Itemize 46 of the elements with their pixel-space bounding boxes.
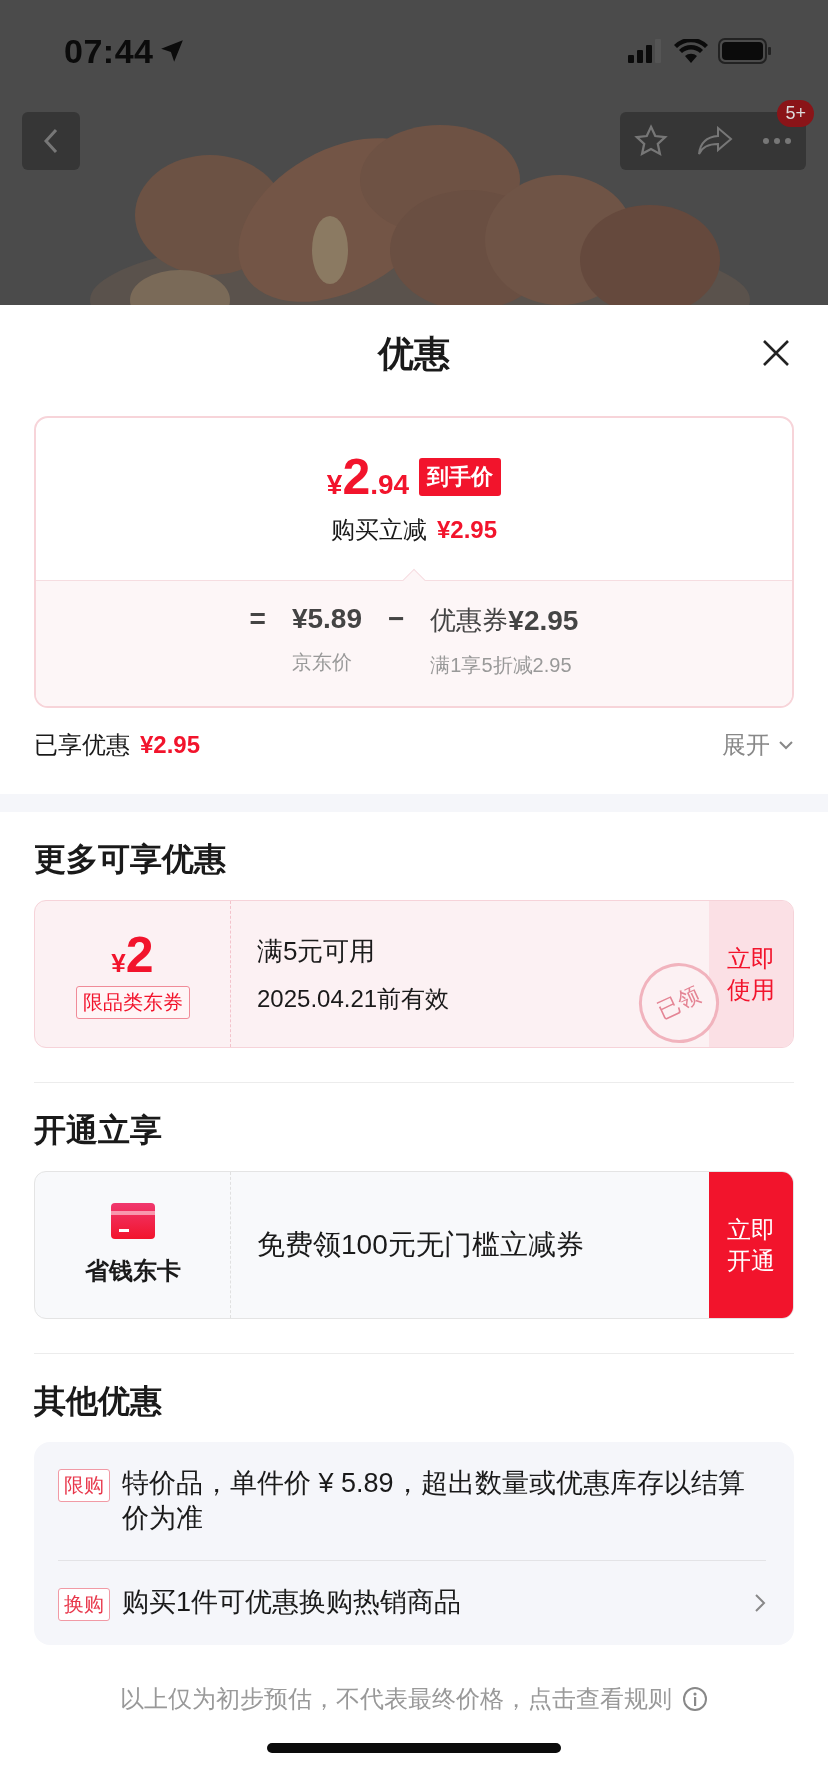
- battery-icon: [718, 38, 772, 64]
- coupon-amount: ¥2.95: [508, 604, 579, 637]
- back-button[interactable]: [22, 112, 80, 170]
- minus-sign: −: [388, 603, 405, 635]
- equals-sign: =: [249, 603, 266, 635]
- status-time: 07:44: [64, 31, 154, 71]
- signal-icon: [628, 39, 664, 63]
- expand-toggle[interactable]: 展开: [722, 729, 794, 761]
- coupon-condition: 满5元可用: [257, 934, 376, 968]
- section-title: 更多可享优惠: [34, 840, 227, 879]
- offer-tag: 换购: [58, 1588, 110, 1622]
- back-icon: [43, 127, 59, 155]
- card-icon: [110, 1203, 155, 1239]
- section-title: 开通立享: [34, 1111, 163, 1150]
- coupon-rule: 满1享5折减2.95: [430, 653, 572, 678]
- chevron-right-icon[interactable]: [754, 1593, 766, 1614]
- final-price: ¥2.94: [326, 452, 410, 502]
- offer-tag: 限购: [58, 1469, 110, 1502]
- enjoyed-discount-amount: ¥2.95: [140, 731, 201, 759]
- coupon-label: 优惠券: [430, 604, 509, 637]
- final-price-tag: 到手价: [419, 458, 502, 496]
- coupon-value: ¥2: [111, 929, 154, 980]
- membership-name: 省钱东卡: [84, 1256, 181, 1286]
- wifi-icon: [674, 39, 708, 63]
- more-icon[interactable]: [761, 137, 792, 145]
- location-arrow-icon: [159, 38, 186, 64]
- footer-note[interactable]: 以上仅为初步预估，不代表最终价格，点击查看规则: [120, 1683, 672, 1716]
- coupon-validity: 2025.04.21前有效: [257, 983, 450, 1014]
- star-icon[interactable]: [634, 124, 669, 158]
- offer-text: 特价品，单件价 ¥ 5.89，超出数量或优惠库存以结算价为准: [122, 1467, 746, 1536]
- share-icon[interactable]: [697, 126, 733, 156]
- coupon-scope-tag: 限品类东券: [75, 985, 190, 1019]
- info-icon[interactable]: [682, 1686, 708, 1713]
- sheet-title: 优惠: [378, 331, 450, 376]
- base-price: ¥5.89: [291, 603, 362, 635]
- use-coupon-button[interactable]: 立即使用: [709, 901, 793, 1047]
- activate-button[interactable]: 立即开通: [709, 1172, 793, 1318]
- enjoyed-discount-label: 已享优惠: [34, 730, 130, 760]
- chevron-down-icon: [778, 740, 794, 750]
- close-icon: [761, 337, 791, 368]
- offer-text: 购买1件可优惠换购热销商品: [122, 1586, 463, 1620]
- section-title: 其他优惠: [34, 1382, 163, 1421]
- membership-offer: 免费领100元无门槛立减券: [257, 1228, 584, 1262]
- instant-discount-amount: ¥2.95: [436, 516, 498, 544]
- base-price-label: 京东价: [291, 650, 352, 675]
- instant-discount-label: 购买立减: [330, 515, 427, 545]
